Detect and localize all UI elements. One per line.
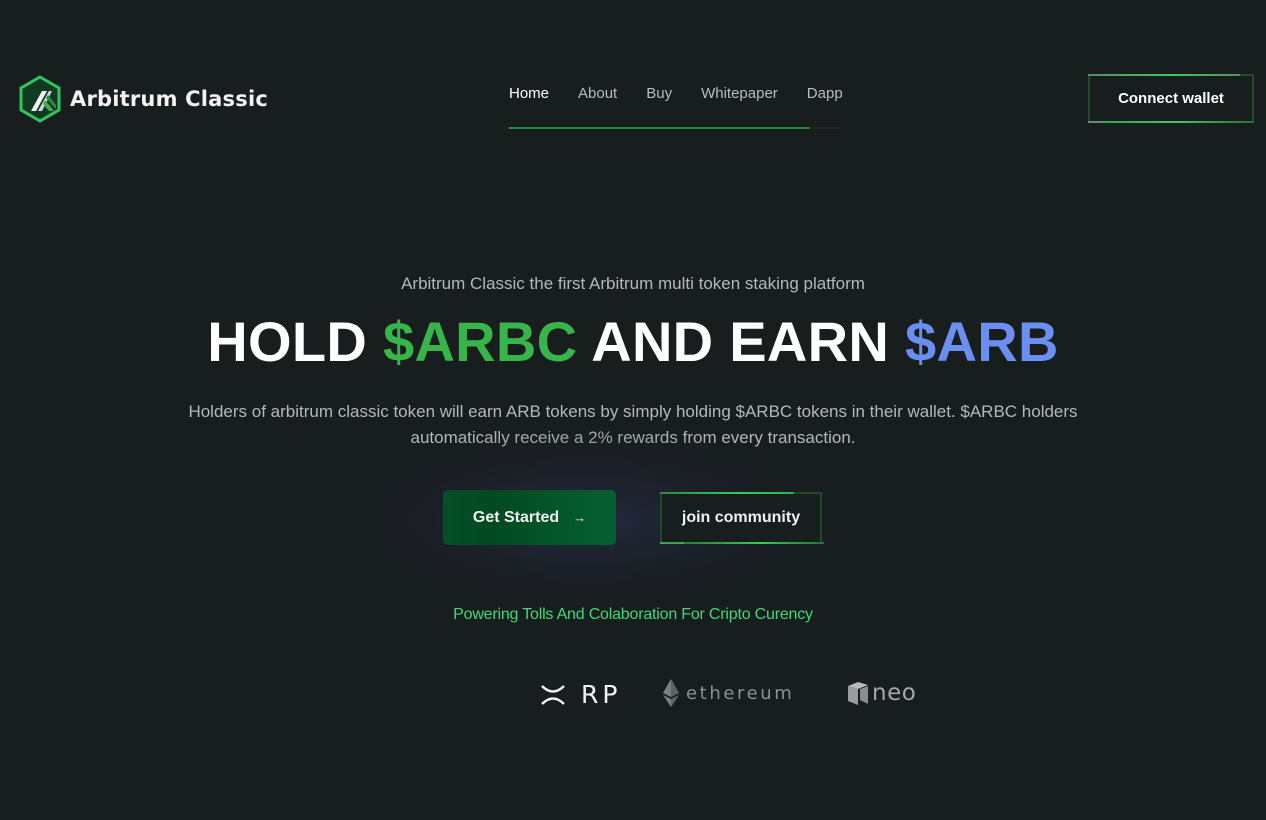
- xrp-logo-text: XRP: [569, 681, 581, 709]
- headline-and-earn: AND EARN: [591, 310, 890, 373]
- neo-logo-text: neo: [872, 680, 917, 706]
- powering-text: Powering Tolls And Colaboration For Crip…: [453, 606, 813, 623]
- connect-wallet-label: Connect wallet: [1118, 90, 1224, 107]
- arbitrum-hexagon-logo-icon: [19, 75, 61, 123]
- partner-xrp: XRP RP: [540, 681, 621, 709]
- nav-dapp[interactable]: Dapp: [807, 85, 843, 103]
- arrow-right-icon: →: [573, 510, 587, 525]
- connect-wallet-button[interactable]: Connect wallet: [1088, 74, 1254, 123]
- nav-home[interactable]: Home: [509, 85, 549, 103]
- logo[interactable]: Arbitrum Classic: [18, 75, 268, 123]
- nav-underline: [509, 127, 839, 129]
- page: Arbitrum Classic Home About Buy Whitepap…: [0, 0, 1266, 820]
- headline-hold: HOLD: [207, 310, 368, 373]
- logo-text: Arbitrum Classic: [70, 87, 269, 111]
- hero-tagline: Arbitrum Classic the first Arbitrum mult…: [401, 274, 865, 293]
- partner-neo: neo: [846, 680, 916, 706]
- join-community-button[interactable]: join community: [660, 492, 824, 544]
- get-started-button[interactable]: Get Started →: [443, 490, 616, 545]
- main-nav: Home About Buy Whitepaper Dapp: [509, 85, 843, 129]
- neo-cube-icon: [848, 682, 868, 705]
- headline-token-arbc: $ARBC: [383, 310, 578, 373]
- nav-buy[interactable]: Buy: [646, 85, 672, 103]
- ethereum-logo-text: ethereum: [686, 682, 795, 704]
- ethereum-diamond-icon: [663, 679, 679, 707]
- nav-whitepaper[interactable]: Whitepaper: [701, 85, 778, 103]
- headline-token-arb: $ARB: [905, 310, 1059, 373]
- join-community-label: join community: [681, 509, 801, 526]
- hero-headline: HOLD $ARBC AND EARN $ARB: [0, 310, 1266, 374]
- nav-about[interactable]: About: [578, 85, 617, 103]
- partner-ethereum: ethereum: [662, 678, 794, 708]
- get-started-label: Get Started: [472, 508, 560, 526]
- xrp-x-icon: [541, 685, 565, 705]
- hero-description: Holders of arbitrum classic token will e…: [188, 402, 1078, 447]
- xrp-logo-rp: RP: [581, 680, 622, 709]
